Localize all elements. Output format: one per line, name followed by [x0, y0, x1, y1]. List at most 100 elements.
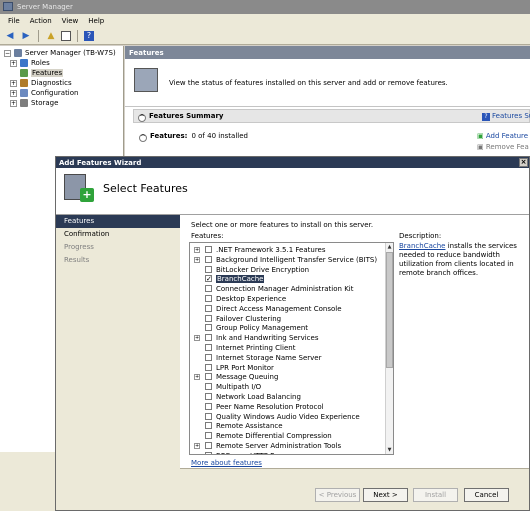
tree-item[interactable]: + Storage: [0, 98, 123, 108]
remove-features-link[interactable]: ▣ Remove Fea: [477, 143, 529, 154]
feature-checkbox[interactable]: [205, 246, 212, 253]
wizard-step[interactable]: Progress: [56, 241, 180, 254]
close-icon[interactable]: ×: [519, 158, 528, 167]
pane-description-area: View the status of features installed on…: [125, 59, 530, 107]
feature-label: Network Load Balancing: [216, 393, 301, 401]
feature-checkbox[interactable]: [205, 412, 212, 420]
menu-action[interactable]: Action: [30, 17, 52, 28]
feature-checkbox[interactable]: [205, 314, 212, 322]
features-icon: [20, 69, 28, 77]
expand-icon[interactable]: +: [194, 247, 200, 253]
previous-button[interactable]: < Previous: [315, 488, 360, 502]
tree-item[interactable]: − Server Manager (TB-W7S): [0, 48, 123, 58]
tree-item-label: Features: [31, 69, 64, 77]
feature-checkbox[interactable]: [205, 422, 212, 430]
tree-item-label: Roles: [31, 59, 50, 67]
feature-label: BitLocker Drive Encryption: [216, 265, 310, 274]
tree-expander-icon[interactable]: +: [10, 79, 17, 87]
feature-checkbox[interactable]: [205, 265, 212, 273]
feature-checkbox[interactable]: [205, 442, 212, 449]
branchcache-link[interactable]: BranchCache: [399, 242, 445, 250]
feature-label: Desktop Experience: [216, 295, 287, 303]
scroll-down-icon[interactable]: ▼: [386, 446, 393, 454]
feature-label: Quality Windows Audio Video Experience: [216, 412, 360, 421]
up-folder-icon[interactable]: ▲: [45, 30, 57, 42]
features-summary-help-link[interactable]: ? Features Su: [482, 112, 530, 121]
expand-icon[interactable]: +: [194, 374, 200, 381]
feature-label: Connection Manager Administration Kit: [216, 285, 354, 294]
scroll-up-icon[interactable]: ▲: [386, 243, 393, 251]
tree-item[interactable]: + Roles: [0, 58, 123, 68]
expand-icon[interactable]: +: [194, 335, 200, 342]
tree-expander-icon[interactable]: +: [10, 89, 17, 97]
wizard-step[interactable]: Results: [56, 254, 180, 267]
feature-checkbox[interactable]: [205, 255, 212, 263]
wizard-steps: Features Confirmation Progress Results: [56, 215, 180, 510]
help-icon[interactable]: ?: [84, 31, 94, 41]
next-button[interactable]: Next >: [363, 488, 408, 502]
add-features-icon: +: [64, 174, 94, 204]
features-list[interactable]: RPC over HTTP Proxy + Remote Server Admini…: [189, 242, 394, 455]
collapse-icon[interactable]: ^: [139, 134, 147, 142]
summary-title: Features Summary: [149, 112, 224, 120]
menu-help[interactable]: Help: [88, 17, 104, 28]
feature-checkbox[interactable]: [205, 383, 212, 391]
feature-checkbox[interactable]: [205, 285, 212, 293]
more-about-features-link[interactable]: More about features: [191, 459, 262, 467]
feature-label: Multipath I/O: [216, 383, 262, 392]
server-manager-icon: [3, 2, 13, 11]
feature-checkbox[interactable]: [205, 402, 212, 410]
add-feature-icon: ▣: [477, 132, 484, 140]
features-list-label: Features:: [191, 232, 224, 240]
vertical-scrollbar[interactable]: ▲ ▼: [385, 243, 393, 454]
menu-file[interactable]: File: [8, 17, 20, 28]
tree-item-label: Server Manager (TB-W7S): [25, 49, 116, 57]
feature-checkbox[interactable]: [205, 353, 212, 361]
tree-item[interactable]: + Configuration: [0, 88, 123, 98]
feature-checkbox[interactable]: [205, 432, 212, 440]
help-icon: ?: [482, 113, 490, 121]
scrollbar-thumb[interactable]: [386, 252, 393, 368]
feature-checkbox[interactable]: [205, 373, 212, 381]
features-label: Features:: [150, 132, 188, 140]
feature-label: RPC over HTTP Proxy: [216, 452, 289, 454]
tree-expander-icon[interactable]: +: [10, 99, 17, 107]
tree-expander-icon[interactable]: −: [4, 49, 11, 57]
feature-checkbox[interactable]: [205, 334, 212, 342]
feature-checkbox[interactable]: [205, 451, 212, 454]
add-features-link[interactable]: ▣ Add Feature: [477, 132, 529, 143]
wizard-title-bar: Add Features Wizard ×: [56, 157, 529, 168]
tree-item[interactable]: Features: [0, 68, 123, 78]
features-summary-header[interactable]: ^ Features Summary ? Features Su: [133, 109, 530, 123]
feature-checkbox[interactable]: [205, 344, 212, 351]
install-button[interactable]: Install: [413, 488, 458, 502]
feature-checkbox[interactable]: [205, 295, 212, 302]
collapse-icon[interactable]: ^: [138, 114, 146, 122]
wizard-step[interactable]: Features: [56, 215, 180, 228]
feature-label: Direct Access Management Console: [216, 304, 342, 313]
tree-item[interactable]: + Diagnostics: [0, 78, 123, 88]
pane-header: Features: [125, 46, 530, 59]
feature-label: Remote Server Administration Tools: [216, 442, 342, 450]
intro-text: Select one or more features to install o…: [191, 221, 374, 229]
expand-icon[interactable]: +: [194, 256, 200, 263]
forward-arrow-icon[interactable]: ▶: [20, 30, 32, 42]
tree-expander-icon[interactable]: +: [10, 59, 17, 67]
back-arrow-icon[interactable]: ◀: [4, 30, 16, 42]
feature-checkbox[interactable]: [205, 304, 212, 312]
menu-view[interactable]: View: [62, 17, 79, 28]
feature-label: LPR Port Monitor: [216, 363, 274, 372]
feature-checkbox[interactable]: [205, 324, 212, 332]
configuration-icon: [20, 89, 28, 97]
feature-checkbox[interactable]: [205, 363, 212, 371]
wizard-step[interactable]: Confirmation: [56, 228, 180, 241]
feature-checkbox[interactable]: [205, 393, 212, 400]
wizard-header: + Select Features: [56, 168, 529, 215]
server-icon: [14, 49, 22, 57]
feature-label: Peer Name Resolution Protocol: [216, 402, 324, 411]
show-hide-tree-icon[interactable]: [61, 31, 71, 41]
cancel-button[interactable]: Cancel: [464, 488, 509, 502]
tree-item-label: Storage: [31, 99, 59, 107]
expand-icon[interactable]: +: [194, 443, 200, 449]
feature-checkbox[interactable]: ✓: [205, 275, 212, 283]
